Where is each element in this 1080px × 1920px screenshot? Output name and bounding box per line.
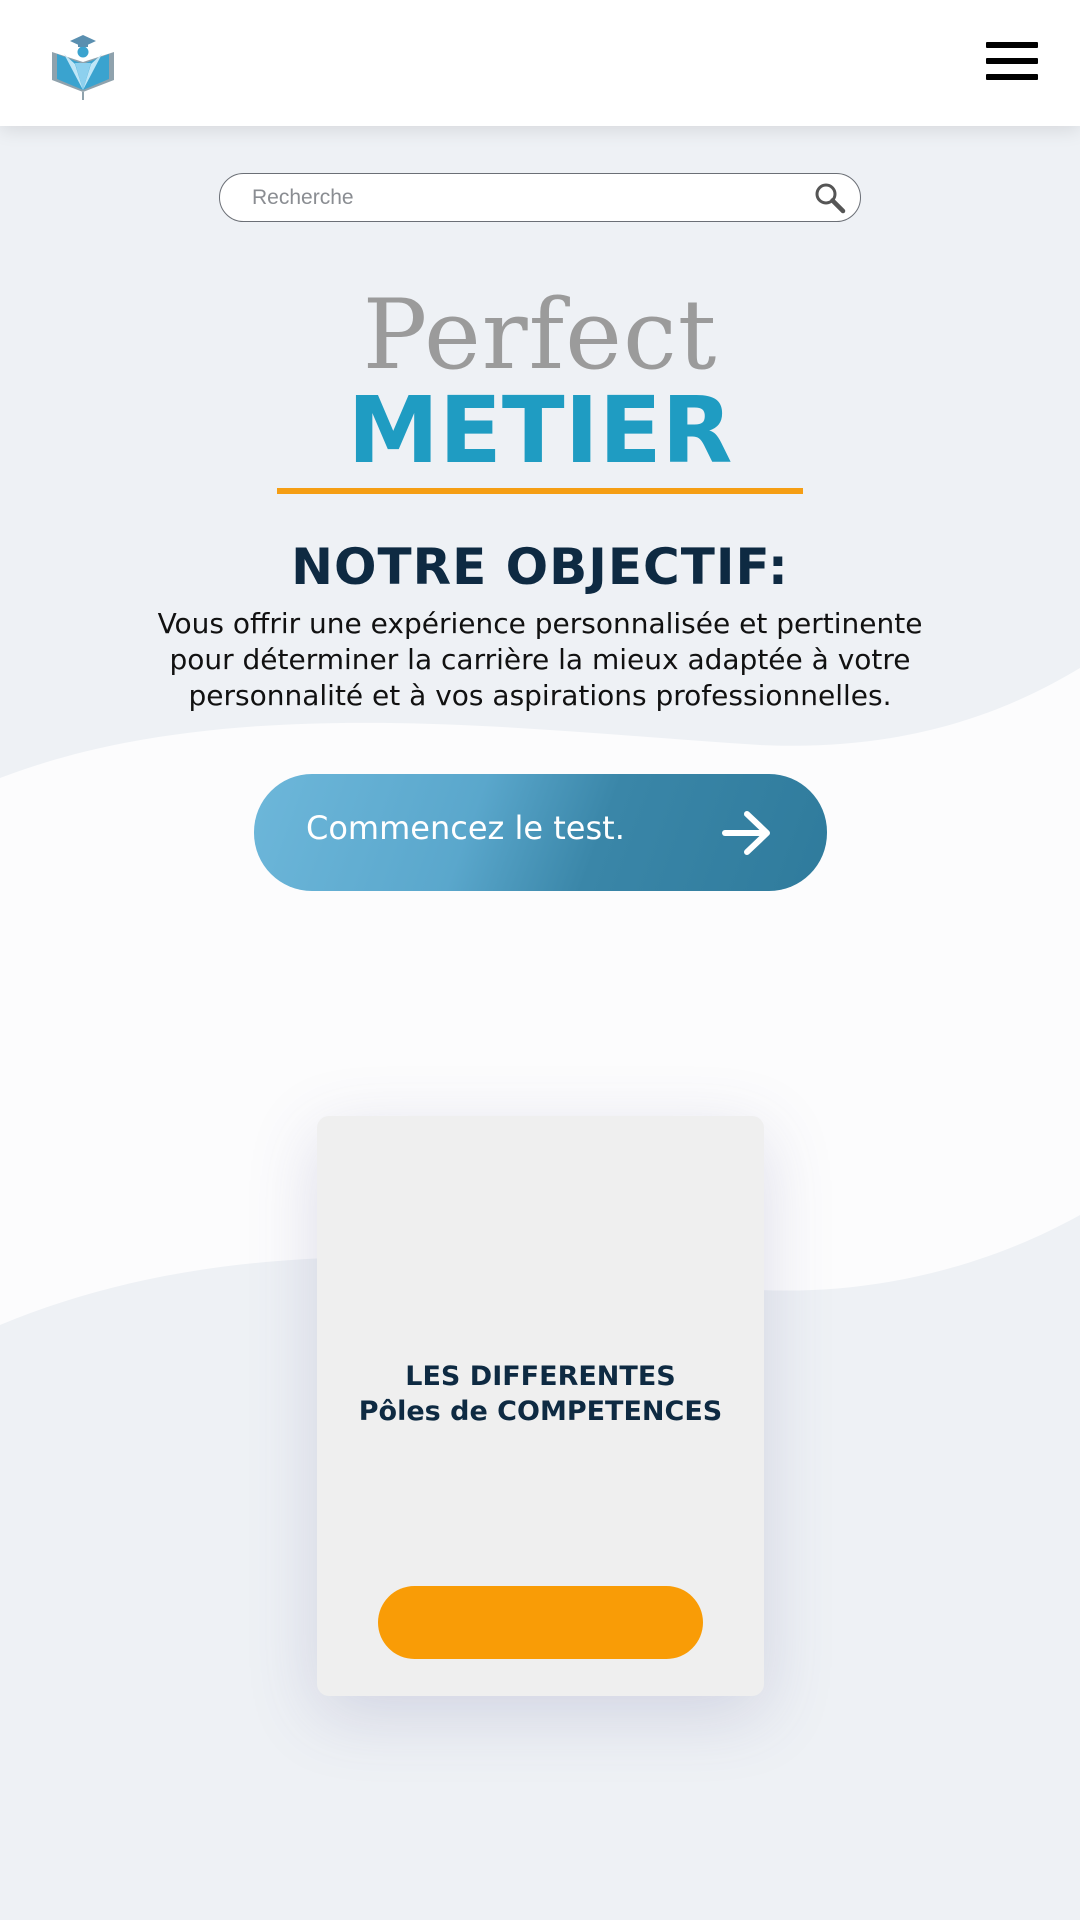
menu-bar [986, 74, 1038, 80]
brand-perfect: Perfect [362, 279, 718, 391]
competences-card: LES DIFFERENTES Pôles de COMPETENCES [317, 1116, 764, 1696]
objective-line-1: Vous offrir une expérience personnalisée… [157, 607, 923, 640]
objective-description: Vous offrir une expérience personnalisée… [100, 606, 980, 714]
arrow-right-icon [722, 811, 770, 855]
menu-bar [986, 58, 1038, 64]
graduation-book-logo-icon[interactable] [46, 30, 120, 104]
brand-underline [277, 488, 803, 494]
top-header [0, 0, 1080, 126]
card-title-line-1: LES DIFFERENTES [405, 1361, 676, 1392]
start-test-button[interactable]: Commencez le test. [254, 774, 827, 891]
competences-card-title: LES DIFFERENTES Pôles de COMPETENCES [317, 1359, 764, 1429]
card-title-line-2: Pôles de COMPETENCES [358, 1396, 723, 1427]
competences-card-button[interactable] [378, 1586, 703, 1659]
brand-metier: METIER [347, 377, 733, 484]
hamburger-menu-icon[interactable] [986, 42, 1038, 84]
search-bar [219, 173, 861, 222]
search-icon[interactable] [814, 182, 846, 214]
search-input[interactable] [252, 182, 792, 214]
start-test-label: Commencez le test. [306, 809, 625, 847]
objective-line-3: personnalité et à vos aspirations profes… [188, 679, 892, 712]
objective-title: NOTRE OBJECTIF: [291, 538, 789, 596]
menu-bar [986, 42, 1038, 48]
objective-line-2: pour déterminer la carrière la mieux ada… [169, 643, 911, 676]
